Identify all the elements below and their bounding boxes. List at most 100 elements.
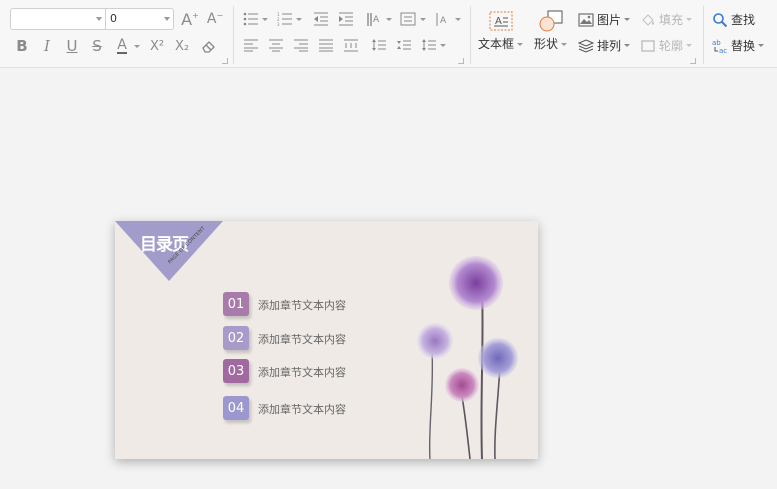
grow-font-icon: A bbox=[181, 9, 193, 29]
align-center-button[interactable] bbox=[266, 35, 286, 55]
paragraph-dialog-launcher[interactable] bbox=[458, 58, 464, 64]
svg-text:3: 3 bbox=[277, 22, 280, 26]
picture-label: 图片 bbox=[597, 13, 622, 27]
group-separator bbox=[470, 6, 471, 64]
chevron-down-icon bbox=[686, 18, 693, 21]
arrange-button[interactable]: 排列 bbox=[578, 37, 631, 54]
dandelion-illustration bbox=[417, 256, 518, 459]
line-spacing-button[interactable] bbox=[369, 35, 389, 55]
bold-button[interactable]: B bbox=[12, 36, 32, 56]
chevron-down-icon[interactable] bbox=[296, 18, 302, 21]
textbox-icon: A bbox=[489, 11, 512, 31]
font-dialog-launcher[interactable] bbox=[222, 58, 228, 64]
search-icon bbox=[712, 12, 728, 28]
toc-number-4[interactable]: 04 bbox=[223, 396, 249, 420]
paragraph-spacing-button[interactable] bbox=[394, 35, 414, 55]
chevron-down-icon bbox=[164, 17, 170, 21]
picture-icon bbox=[578, 12, 594, 28]
spacing-options-icon bbox=[422, 39, 436, 51]
distribute-button[interactable] bbox=[341, 35, 361, 55]
italic-button[interactable]: I bbox=[37, 36, 57, 56]
arrange-label: 排列 bbox=[597, 39, 622, 53]
toc-text-4[interactable]: 添加章节文本内容 bbox=[258, 401, 346, 417]
slide-canvas[interactable]: 目录页 PAGE OF CONTENT 01 添加章节文本内容 02 添加章节文… bbox=[115, 221, 538, 459]
bold-icon: B bbox=[16, 37, 28, 55]
dandelion-flower bbox=[478, 338, 518, 378]
find-label: 查找 bbox=[731, 13, 756, 27]
toc-text-2[interactable]: 添加章节文本内容 bbox=[258, 331, 346, 347]
chevron-down-icon[interactable] bbox=[386, 18, 392, 21]
chevron-down-icon bbox=[686, 44, 693, 47]
text-align-vertical-button[interactable] bbox=[398, 9, 418, 29]
font-color-button[interactable]: A bbox=[112, 36, 132, 56]
chevron-down-icon[interactable] bbox=[420, 18, 426, 21]
shrink-font-button[interactable]: A − bbox=[205, 9, 225, 29]
picture-button[interactable]: 图片 bbox=[578, 11, 631, 28]
column-button[interactable]: A bbox=[433, 9, 453, 29]
distribute-icon bbox=[344, 39, 358, 52]
font-color-icon: A bbox=[117, 36, 127, 54]
replace-button[interactable]: ab ac 替换 bbox=[712, 37, 765, 54]
ribbon-toolbar: 0 A + A − B I U S A X² X₂ 123 A A A 文本框 … bbox=[0, 0, 777, 68]
dandelion-flower bbox=[449, 256, 503, 310]
font-size-select[interactable]: 0 bbox=[106, 8, 174, 30]
group-separator bbox=[703, 6, 704, 64]
replace-label: 替换 bbox=[731, 39, 756, 53]
chevron-down-icon[interactable] bbox=[262, 18, 268, 21]
chevron-down-icon[interactable] bbox=[440, 44, 446, 47]
justify-button[interactable] bbox=[316, 35, 336, 55]
toc-number-1[interactable]: 01 bbox=[223, 292, 249, 316]
chevron-down-icon bbox=[624, 18, 631, 21]
textbox-button[interactable]: A 文本框 bbox=[478, 10, 524, 52]
group-separator bbox=[233, 6, 234, 64]
font-name-select[interactable] bbox=[10, 8, 106, 30]
spacing-options-button[interactable] bbox=[419, 35, 439, 55]
grow-font-button[interactable]: A + bbox=[180, 9, 200, 29]
replace-icon: ab ac bbox=[712, 38, 728, 54]
svg-text:ab: ab bbox=[712, 39, 721, 47]
chevron-down-icon[interactable] bbox=[455, 18, 461, 21]
decrease-indent-button[interactable] bbox=[311, 9, 331, 29]
drawing-dialog-launcher[interactable] bbox=[690, 58, 696, 64]
toc-number-3[interactable]: 03 bbox=[223, 359, 249, 383]
strikethrough-icon: S bbox=[92, 37, 102, 55]
shape-button[interactable]: 形状 bbox=[534, 10, 568, 52]
dandelion-flower bbox=[417, 323, 453, 359]
bullet-list-button[interactable] bbox=[241, 9, 261, 29]
subscript-icon: X₂ bbox=[174, 38, 190, 54]
svg-text:A: A bbox=[373, 15, 380, 25]
text-direction-button[interactable]: A bbox=[364, 9, 384, 29]
italic-icon: I bbox=[44, 37, 50, 55]
chevron-down-icon[interactable] bbox=[134, 45, 140, 48]
toc-text-1[interactable]: 添加章节文本内容 bbox=[258, 297, 346, 313]
toc-number-2[interactable]: 02 bbox=[223, 326, 249, 350]
fill-button[interactable]: 填充 bbox=[640, 11, 693, 28]
justify-icon bbox=[319, 39, 333, 52]
font-size-value: 0 bbox=[110, 12, 117, 25]
align-right-icon bbox=[294, 39, 308, 52]
align-left-icon bbox=[244, 39, 258, 52]
chevron-down-icon bbox=[96, 17, 102, 21]
paragraph-spacing-icon bbox=[397, 40, 411, 50]
clear-format-button[interactable] bbox=[199, 36, 219, 56]
outline-label: 轮廓 bbox=[659, 39, 684, 53]
svg-text:A: A bbox=[495, 16, 502, 27]
align-right-button[interactable] bbox=[291, 35, 311, 55]
superscript-button[interactable]: X² bbox=[146, 36, 168, 56]
underline-button[interactable]: U bbox=[62, 36, 82, 56]
increase-indent-icon bbox=[339, 12, 353, 26]
numbered-list-icon: 123 bbox=[277, 12, 292, 26]
increase-indent-button[interactable] bbox=[336, 9, 356, 29]
chevron-down-icon bbox=[517, 43, 524, 46]
find-button[interactable]: 查找 bbox=[712, 11, 755, 28]
numbered-list-button[interactable]: 123 bbox=[275, 9, 295, 29]
textbox-label: 文本框 bbox=[478, 37, 515, 51]
align-left-button[interactable] bbox=[241, 35, 261, 55]
toc-text-3[interactable]: 添加章节文本内容 bbox=[258, 364, 346, 380]
dandelion-flower bbox=[445, 368, 479, 402]
strikethrough-button[interactable]: S bbox=[87, 36, 107, 56]
outline-button[interactable]: 轮廓 bbox=[640, 37, 693, 54]
subscript-button[interactable]: X₂ bbox=[171, 36, 193, 56]
arrange-icon bbox=[578, 38, 594, 54]
chevron-down-icon bbox=[758, 44, 765, 47]
